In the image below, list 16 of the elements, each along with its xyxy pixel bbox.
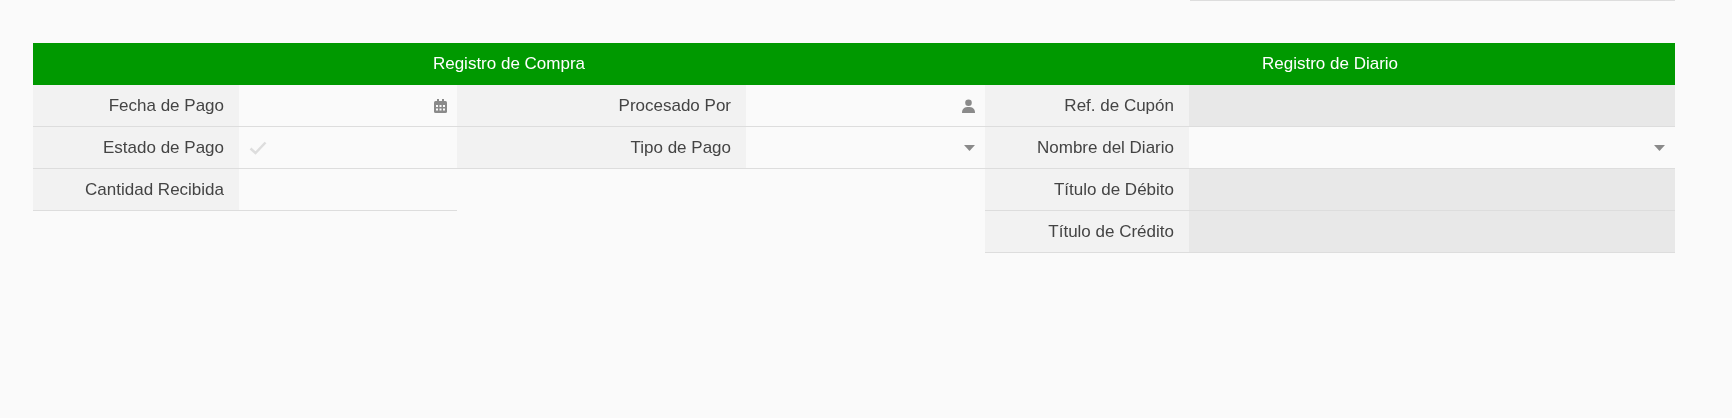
section-header: Registro de Diario xyxy=(985,43,1675,85)
field-label: Cantidad Recibida xyxy=(85,178,224,201)
field-label: Ref. de Cupón xyxy=(1064,94,1174,117)
caret-icon[interactable] xyxy=(1654,144,1665,151)
field-label: Título de Crédito xyxy=(1048,220,1174,243)
section-header: Registro de Compra xyxy=(33,43,985,85)
field-label: Procesado Por xyxy=(618,94,731,117)
user-icon[interactable] xyxy=(962,98,975,113)
field-label: Título de Débito xyxy=(1054,178,1174,201)
check-icon[interactable] xyxy=(249,140,267,155)
field-label: Estado de Pago xyxy=(103,136,224,159)
field-label: Fecha de Pago xyxy=(108,94,224,117)
caret-icon[interactable] xyxy=(964,144,975,151)
field-label: Tipo de Pago xyxy=(630,136,731,159)
calendar-icon[interactable] xyxy=(434,98,447,113)
field-label: Nombre del Diario xyxy=(1037,136,1174,159)
